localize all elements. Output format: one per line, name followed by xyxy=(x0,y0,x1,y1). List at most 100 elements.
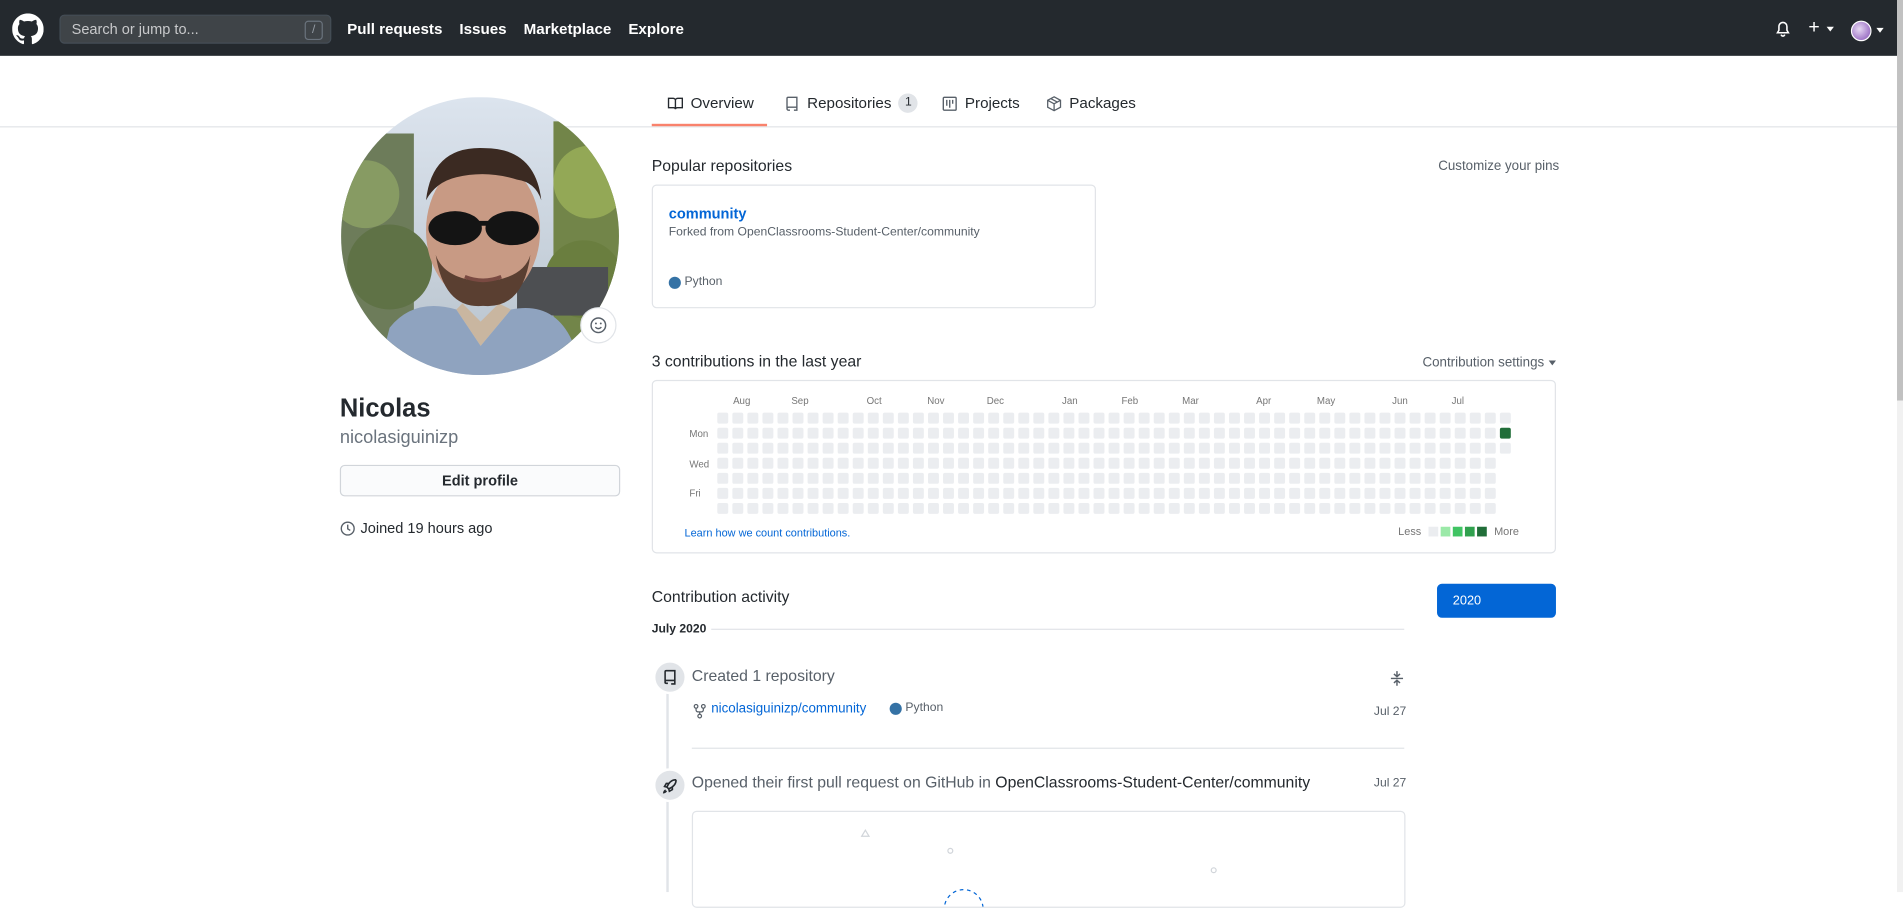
contribution-day-cell[interactable] xyxy=(762,457,774,469)
contribution-day-cell[interactable] xyxy=(747,502,759,514)
contribution-day-cell[interactable] xyxy=(807,487,819,499)
contribution-day-cell[interactable] xyxy=(882,487,894,499)
contribution-day-cell[interactable] xyxy=(1469,457,1481,469)
contribution-day-cell[interactable] xyxy=(1244,442,1255,454)
contribution-day-cell[interactable] xyxy=(1093,427,1105,439)
contribution-day-cell[interactable] xyxy=(1349,412,1361,424)
contribution-day-cell[interactable] xyxy=(988,412,1000,424)
contribution-day-cell[interactable] xyxy=(1454,502,1466,514)
contribution-day-cell[interactable] xyxy=(1319,472,1331,484)
contribution-day-cell[interactable] xyxy=(958,502,970,514)
contribution-day-cell[interactable] xyxy=(1469,502,1481,514)
tab-projects[interactable]: Projects xyxy=(942,95,1020,127)
contribution-day-cell[interactable] xyxy=(1033,442,1045,454)
contribution-day-cell[interactable] xyxy=(1304,442,1316,454)
contribution-day-cell[interactable] xyxy=(1213,502,1225,514)
contribution-day-cell[interactable] xyxy=(1213,472,1225,484)
contribution-day-cell[interactable] xyxy=(1213,412,1225,424)
contribution-day-cell[interactable] xyxy=(1259,457,1271,469)
contribution-day-cell[interactable] xyxy=(867,427,879,439)
customize-pins-link[interactable]: Customize your pins xyxy=(1438,159,1559,174)
contribution-day-cell[interactable] xyxy=(1439,487,1451,499)
tab-overview[interactable]: Overview xyxy=(651,95,768,127)
contribution-day-cell[interactable] xyxy=(1033,502,1045,514)
contribution-day-cell[interactable] xyxy=(1274,487,1286,499)
contribution-day-cell[interactable] xyxy=(717,472,729,484)
contribution-day-cell[interactable] xyxy=(852,502,864,514)
contribution-day-cell[interactable] xyxy=(973,442,985,454)
contribution-day-cell[interactable] xyxy=(1499,427,1511,439)
contribution-day-cell[interactable] xyxy=(1063,502,1075,514)
contribution-day-cell[interactable] xyxy=(732,427,744,439)
contribution-day-cell[interactable] xyxy=(777,487,789,499)
contribution-day-cell[interactable] xyxy=(1364,412,1376,424)
contribution-day-cell[interactable] xyxy=(1168,502,1180,514)
contribution-day-cell[interactable] xyxy=(1424,442,1436,454)
contribution-day-cell[interactable] xyxy=(837,487,849,499)
contribution-day-cell[interactable] xyxy=(1093,502,1105,514)
contribution-day-cell[interactable] xyxy=(747,472,759,484)
contribution-day-cell[interactable] xyxy=(1334,412,1346,424)
contribution-day-cell[interactable] xyxy=(973,427,985,439)
contribution-day-cell[interactable] xyxy=(1108,502,1120,514)
contribution-day-cell[interactable] xyxy=(1033,427,1045,439)
contribution-day-cell[interactable] xyxy=(822,457,834,469)
contribution-day-cell[interactable] xyxy=(943,442,954,454)
contribution-day-cell[interactable] xyxy=(1228,427,1240,439)
contribution-day-cell[interactable] xyxy=(762,502,774,514)
contribution-day-cell[interactable] xyxy=(897,502,909,514)
contribution-day-cell[interactable] xyxy=(1183,502,1195,514)
contribution-day-cell[interactable] xyxy=(927,457,939,469)
contribution-day-cell[interactable] xyxy=(1153,487,1165,499)
contribution-day-cell[interactable] xyxy=(822,427,834,439)
contribution-day-cell[interactable] xyxy=(1183,412,1195,424)
contribution-day-cell[interactable] xyxy=(1244,472,1255,484)
contribution-day-cell[interactable] xyxy=(792,502,804,514)
set-status-button[interactable] xyxy=(580,307,617,344)
contribution-day-cell[interactable] xyxy=(927,442,939,454)
contribution-day-cell[interactable] xyxy=(1153,427,1165,439)
contribution-day-cell[interactable] xyxy=(1078,487,1090,499)
contribution-day-cell[interactable] xyxy=(1003,442,1015,454)
contribution-day-cell[interactable] xyxy=(1078,442,1090,454)
contribution-day-cell[interactable] xyxy=(1439,457,1451,469)
contribution-day-cell[interactable] xyxy=(1484,442,1496,454)
contribution-day-cell[interactable] xyxy=(822,487,834,499)
contribution-day-cell[interactable] xyxy=(867,412,879,424)
contribution-day-cell[interactable] xyxy=(897,412,909,424)
contribution-day-cell[interactable] xyxy=(807,427,819,439)
contribution-day-cell[interactable] xyxy=(1078,457,1090,469)
contribution-day-cell[interactable] xyxy=(958,427,970,439)
contribution-day-cell[interactable] xyxy=(897,457,909,469)
contribution-day-cell[interactable] xyxy=(1033,472,1045,484)
contribution-day-cell[interactable] xyxy=(927,427,939,439)
contribution-day-cell[interactable] xyxy=(1454,472,1466,484)
contribution-day-cell[interactable] xyxy=(792,427,804,439)
contribution-day-cell[interactable] xyxy=(852,412,864,424)
contribution-day-cell[interactable] xyxy=(1394,472,1406,484)
contribution-day-cell[interactable] xyxy=(1289,457,1301,469)
contribution-day-cell[interactable] xyxy=(1439,412,1451,424)
contribution-day-cell[interactable] xyxy=(1183,427,1195,439)
contribution-day-cell[interactable] xyxy=(912,487,924,499)
contribution-day-cell[interactable] xyxy=(1274,442,1286,454)
contribution-day-cell[interactable] xyxy=(1018,442,1030,454)
contribution-day-cell[interactable] xyxy=(717,487,729,499)
contribution-day-cell[interactable] xyxy=(732,457,744,469)
contribution-day-cell[interactable] xyxy=(762,442,774,454)
contribution-day-cell[interactable] xyxy=(1409,502,1421,514)
contribution-day-cell[interactable] xyxy=(1319,442,1331,454)
contribution-day-cell[interactable] xyxy=(1319,487,1331,499)
contribution-day-cell[interactable] xyxy=(927,487,939,499)
contribution-day-cell[interactable] xyxy=(867,442,879,454)
contribution-day-cell[interactable] xyxy=(912,472,924,484)
contribution-day-cell[interactable] xyxy=(1153,472,1165,484)
contribution-day-cell[interactable] xyxy=(1259,427,1271,439)
contribution-day-cell[interactable] xyxy=(1259,487,1271,499)
contribution-day-cell[interactable] xyxy=(1334,457,1346,469)
contribution-day-cell[interactable] xyxy=(1048,412,1060,424)
contribution-day-cell[interactable] xyxy=(1379,442,1391,454)
contribution-day-cell[interactable] xyxy=(988,442,1000,454)
tab-repositories[interactable]: Repositories 1 xyxy=(784,93,919,127)
contribution-day-cell[interactable] xyxy=(1304,412,1316,424)
